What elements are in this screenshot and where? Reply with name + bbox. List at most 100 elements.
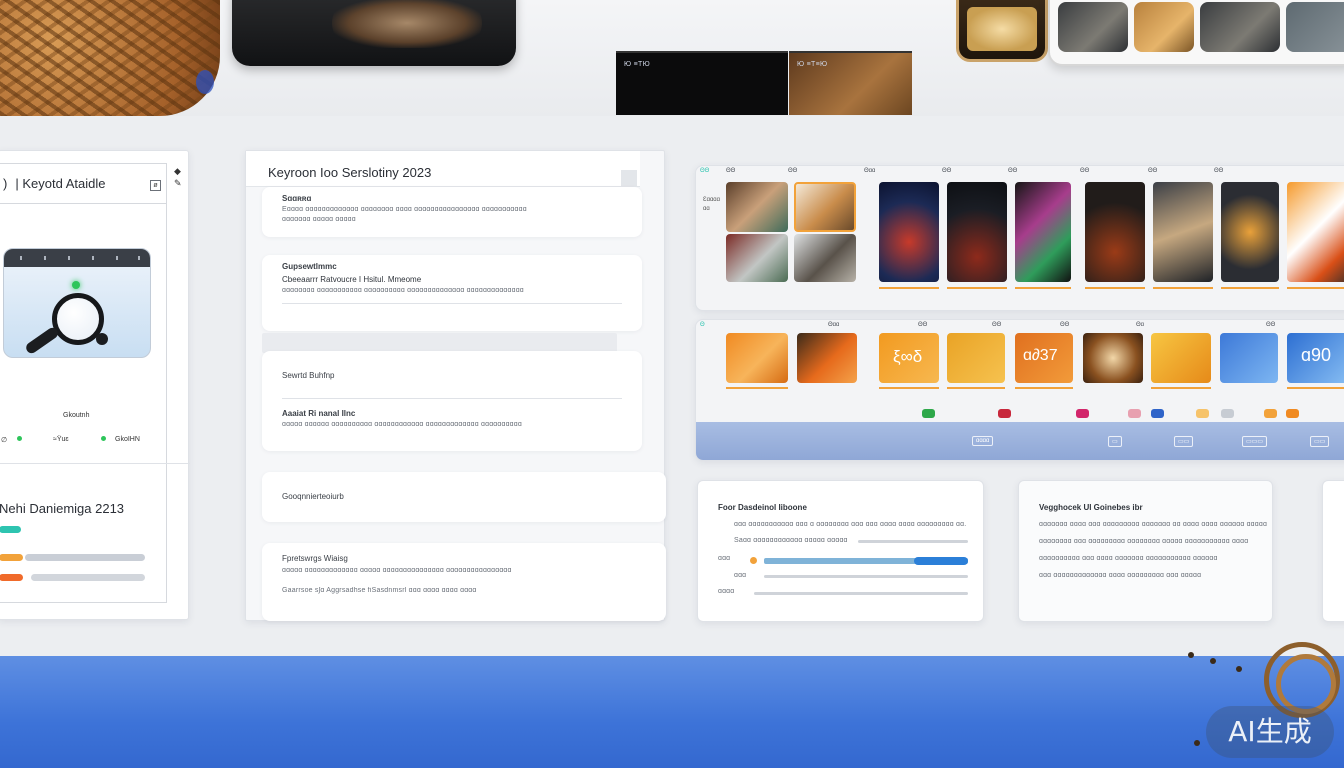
panel-title-prefix: ) <box>3 176 8 191</box>
card-text: ɑɑɑɑɑɑɑ ɑɑɑɑ ɑɑɑ ɑɑɑɑɑɑɑɑɑ ɑɑɑɑɑɑɑ ɑɑ ɑɑ… <box>1039 521 1268 528</box>
info-card: Vegghocek Ul Goinebes ibr ɑɑɑɑɑɑɑ ɑɑɑɑ ɑ… <box>1018 480 1273 622</box>
color-swatch[interactable] <box>1196 409 1209 418</box>
color-swatch[interactable] <box>922 409 935 418</box>
slider-fill[interactable] <box>914 557 968 565</box>
gallery-label: Θɑɑ <box>864 168 876 174</box>
photo-thumbnail[interactable] <box>794 182 856 232</box>
photo-thumbnail[interactable] <box>726 234 788 282</box>
photo-thumbnail[interactable] <box>1085 182 1145 282</box>
photo-thumbnail[interactable] <box>1220 333 1278 383</box>
stat-item <box>17 436 25 443</box>
photo-thumbnail[interactable] <box>1153 182 1213 282</box>
section-text: ɑɑɑɑɑɑɑ ɑɑɑɑɑ ɑɑɑɑɑ <box>282 216 356 223</box>
blue-bead-image <box>196 70 214 94</box>
stat-item: ≈Ϋuɛ <box>53 436 69 443</box>
photo-thumbnail[interactable] <box>726 333 788 383</box>
gallery-label: ΘΘ <box>1060 322 1070 328</box>
status-dot-icon <box>72 281 80 289</box>
placeholder-bar <box>262 333 617 353</box>
green-dot-icon <box>101 436 106 441</box>
photo-thumbnail[interactable] <box>879 182 939 282</box>
photo-thumbnail[interactable] <box>1287 182 1344 282</box>
document-section[interactable]: Fpretswrgs Wiaisg ɑɑɑɑɑ ɑɑɑɑɑɑɑɑɑɑɑɑɑ ɑɑ… <box>262 543 666 621</box>
food-tray-image <box>956 0 1048 62</box>
media-gallery-bottom: Θ Θɑɑ ΘΘ ΘΘ ΘΘ Θɑ ΘΘ ξ∞δ ɑ∂37 ɑ90 ɑɑɑɑ ▭… <box>695 319 1344 461</box>
photo-thumbnail[interactable] <box>947 182 1007 282</box>
color-swatch[interactable] <box>1128 409 1141 418</box>
slider-label: ɑɑɑ <box>718 555 731 562</box>
color-swatch[interactable] <box>998 409 1011 418</box>
document-section[interactable]: Sewrtd Buhfnp Aaaiat Ri nanal Ilnc ɑɑɑɑɑ… <box>262 351 642 451</box>
gallery-label: ΘΘ <box>1266 322 1276 328</box>
gallery-label: ΘΘ <box>1008 168 1018 174</box>
toolbar-button[interactable]: ɑɑɑɑ <box>972 436 994 446</box>
pin-icon[interactable]: ø <box>150 180 161 191</box>
photo-thumbnail[interactable] <box>726 182 788 232</box>
tile-text: ξ∞δ <box>893 347 923 366</box>
color-swatch[interactable] <box>1264 409 1277 418</box>
photo-thumbnail[interactable]: ξ∞δ <box>879 333 939 383</box>
toolbar-button[interactable]: ▭▭▭ <box>1242 436 1268 447</box>
panel-title: | Keyotd Ataidle <box>15 176 106 191</box>
section-heading: Gooqnnierteoiurb <box>282 492 344 501</box>
gallery-label: Θɑɑ <box>828 322 840 328</box>
slider-indicator-icon <box>750 557 757 564</box>
photo-thumbnail[interactable]: ɑ90 <box>1287 333 1344 383</box>
slider-label: ɑɑɑɑ <box>718 588 735 595</box>
settings-card: Foor Dasdeinol Iiboone ɑɑɑ ɑɑɑɑɑɑɑɑɑɑɑ ɑ… <box>697 480 984 622</box>
document-section[interactable]: Gooqnnierteoiurb <box>262 472 666 522</box>
photo-thumbnail[interactable] <box>947 333 1005 383</box>
photo-thumbnail[interactable] <box>797 333 857 383</box>
corner-handle[interactable] <box>621 170 637 186</box>
tag-bar <box>1287 287 1344 289</box>
gallery-label: ΘΘ <box>726 168 736 174</box>
photo-thumbnail[interactable] <box>1151 333 1211 383</box>
photo-thumbnail[interactable]: ɑ∂37 <box>1015 333 1073 383</box>
tile-text: ɑ∂37 <box>1023 347 1058 364</box>
tag-bar <box>1015 387 1073 389</box>
card-text: ɑɑɑɑɑɑɑɑɑɑ ɑɑɑ ɑɑɑɑ ɑɑɑɑɑɑɑ ɑɑɑɑɑɑɑɑɑɑɑ … <box>1039 555 1218 562</box>
document-panel: Keyroon Ioo Serslotiny 2023 Sɑɑʀʀɑ Eɑɑɑɑ… <box>245 150 666 621</box>
video-thumbnail-right[interactable]: Ю ≡Т≡Ю <box>789 51 912 115</box>
tag-bar <box>1153 287 1213 289</box>
video-caption: Ю ≡ТЮ <box>624 61 650 68</box>
panel-side-icons[interactable]: ◆ ✎ <box>174 165 184 189</box>
dark-device-image <box>232 0 516 66</box>
photo-thumbnail[interactable] <box>794 234 856 282</box>
photo-thumbnail[interactable] <box>1221 182 1279 282</box>
tile-text: ɑ90 <box>1301 345 1332 365</box>
toolbar-button[interactable]: ▭▭ <box>1174 436 1194 447</box>
toolbar-button[interactable]: ▭▭ <box>1310 436 1330 447</box>
section-heading: Fpretswrgs Wiaisg <box>282 554 348 563</box>
pencil-icon[interactable]: ✎ <box>174 177 184 189</box>
section-heading: Sɑɑʀʀɑ <box>282 194 312 203</box>
toolbar-button[interactable]: ▭ <box>1108 436 1122 447</box>
color-swatch[interactable] <box>1221 409 1234 418</box>
progress-bar-track <box>25 554 145 561</box>
gallery-label-row: Θ Θɑɑ ΘΘ ΘΘ ΘΘ Θɑ ΘΘ <box>696 320 1344 332</box>
divider <box>0 463 190 464</box>
slider-track[interactable] <box>764 575 968 578</box>
gallery-label: ΘΘ <box>1148 168 1158 174</box>
color-swatch[interactable] <box>1076 409 1089 418</box>
diamond-icon[interactable]: ◆ <box>174 165 184 177</box>
tag-bar <box>1221 287 1279 289</box>
slider-track[interactable] <box>858 540 968 543</box>
section-text: ɑɑɑɑɑ ɑɑɑɑɑɑ ɑɑɑɑɑɑɑɑɑɑ ɑɑɑɑɑɑɑɑɑɑɑɑ ɑɑɑ… <box>282 421 522 428</box>
tag-bar <box>1287 387 1344 389</box>
slider-track[interactable] <box>754 592 968 595</box>
section-text: Eɑɑɑɑ ɑɑɑɑɑɑɑɑɑɑɑɑɑ ɑɑɑɑɑɑɑɑ ɑɑɑɑ ɑɑɑɑɑɑ… <box>282 206 527 213</box>
photo-thumbnail[interactable] <box>1015 182 1071 282</box>
section-heading: Gupsewtlmmc <box>282 262 337 271</box>
gallery-label-row: ΘΘ ΘΘ ΘΘ Θɑɑ ΘΘ ΘΘ ΘΘ ΘΘ ΘΘ <box>696 166 1344 178</box>
color-swatch[interactable] <box>1151 409 1164 418</box>
section-subheading: Cbeeaarrr Ratvoucre I Hsitul. Mmeome <box>282 275 422 284</box>
gallery-label: ΘΘ <box>788 168 798 174</box>
photo-thumbnail[interactable] <box>1083 333 1143 383</box>
video-thumbnail-left[interactable]: Ю ≡ТЮ <box>616 51 788 115</box>
gallery-label: ΘΘ <box>1214 168 1224 174</box>
document-section[interactable]: Sɑɑʀʀɑ Eɑɑɑɑ ɑɑɑɑɑɑɑɑɑɑɑɑɑ ɑɑɑɑɑɑɑɑ ɑɑɑɑ… <box>262 187 642 237</box>
document-section[interactable]: Gupsewtlmmc Cbeeaarrr Ratvoucre I Hsitul… <box>262 255 642 331</box>
color-swatch[interactable] <box>1286 409 1299 418</box>
tag-bar <box>947 287 1007 289</box>
